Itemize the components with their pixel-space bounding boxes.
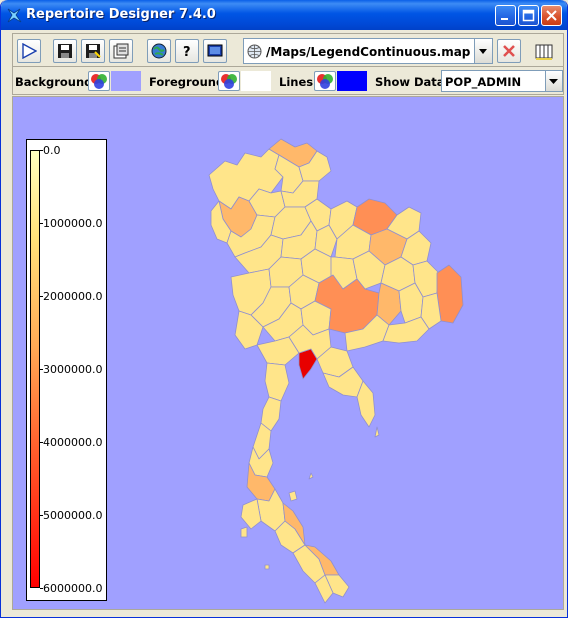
close-red-icon (503, 45, 515, 57)
rgb-circles-icon (91, 74, 107, 89)
background-label: Background: (15, 75, 97, 89)
thailand-choropleth-map[interactable] (13, 97, 565, 611)
web-button[interactable] (147, 39, 171, 63)
lines-label: Lines: (279, 75, 318, 89)
background-color-swatch (111, 71, 141, 91)
app-logo-icon (7, 8, 22, 23)
show-data-label: Show Data: (375, 75, 450, 89)
toolbar: ? /Maps/LegendContinuous.map (12, 33, 564, 67)
map-path-combo[interactable]: /Maps/LegendContinuous.map (243, 38, 493, 64)
help-button[interactable]: ? (175, 39, 199, 63)
save-button[interactable] (53, 39, 77, 63)
map-island (308, 472, 314, 480)
minimize-button[interactable] (495, 5, 516, 26)
close-icon (546, 10, 557, 21)
display-options-bar: Background: Foreground: Lines: Show Data… (12, 67, 564, 95)
map-canvas[interactable]: 0.0 1000000.0 2000000.0 3000000.0 4000000.0 5… (12, 96, 564, 610)
rgb-circles-icon (317, 74, 333, 89)
floppy-icon (58, 44, 72, 58)
foreground-color-swatch (241, 71, 271, 91)
properties-button[interactable] (109, 39, 133, 63)
foreground-label: Foreground: (149, 75, 229, 89)
foreground-color-picker[interactable] (218, 71, 240, 91)
background-color-picker[interactable] (88, 71, 110, 91)
globe-small-icon (247, 44, 262, 59)
maximize-button[interactable] (518, 5, 539, 26)
columns-icon (535, 44, 553, 60)
globe-icon (151, 43, 167, 59)
save-as-button[interactable] (81, 39, 105, 63)
help-icon: ? (183, 45, 191, 59)
rgb-circles-icon (221, 74, 237, 89)
svg-text:?: ? (183, 45, 191, 59)
app-window: Repertoire Designer 7.4.0 ? /Maps/Legend… (0, 0, 568, 618)
map-island (374, 426, 380, 438)
map-region (292, 544, 326, 584)
save-as-icon (86, 44, 101, 58)
chevron-down-icon (479, 49, 487, 54)
maximize-icon (522, 9, 535, 22)
screen-button[interactable] (203, 39, 227, 63)
map-region (264, 362, 290, 402)
clear-button[interactable] (497, 39, 521, 63)
map-island (288, 490, 298, 502)
map-island (264, 564, 270, 570)
map-path-dropdown-arrow[interactable] (474, 39, 492, 63)
show-data-dropdown-arrow[interactable] (545, 71, 562, 91)
monitor-icon (207, 44, 223, 57)
lines-color-picker[interactable] (314, 71, 336, 91)
show-data-select[interactable]: POP_ADMIN (441, 70, 563, 92)
chevron-down-icon (549, 79, 558, 84)
window-title: Repertoire Designer 7.4.0 (26, 7, 216, 22)
show-data-value: POP_ADMIN (445, 75, 522, 89)
play-icon (22, 43, 37, 59)
minimize-icon (501, 18, 508, 20)
map-path-value: /Maps/LegendContinuous.map (266, 45, 471, 59)
run-button[interactable] (17, 39, 41, 63)
map-island (240, 526, 248, 538)
lines-color-swatch (337, 71, 367, 91)
map-region (240, 498, 262, 530)
map-region (436, 264, 464, 324)
panels-button[interactable] (531, 39, 557, 63)
properties-icon (113, 43, 129, 59)
close-button[interactable] (541, 5, 562, 26)
main-panel: ? /Maps/LegendContinuous.map Background: (4, 30, 564, 614)
title-bar[interactable]: Repertoire Designer 7.4.0 (1, 0, 567, 30)
